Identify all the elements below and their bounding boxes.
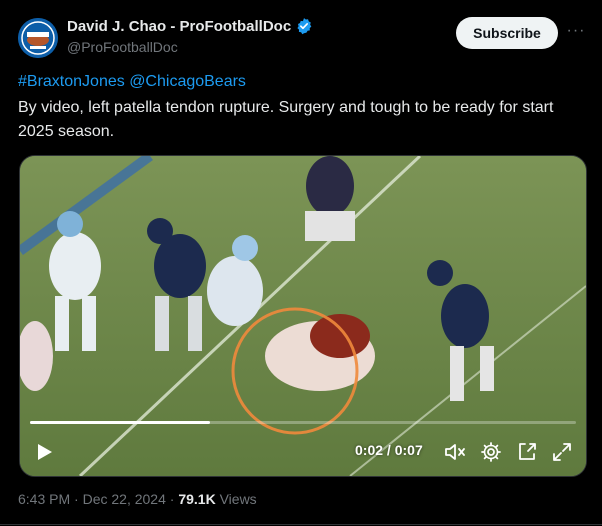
verified-badge-icon[interactable] bbox=[295, 17, 313, 35]
post-meta: 6:43 PM · Dec 22, 2024 · 79.1K Views bbox=[18, 491, 257, 507]
settings-icon[interactable] bbox=[479, 440, 503, 464]
author-name-row: David J. Chao - ProFootballDoc bbox=[67, 17, 313, 35]
post: David J. Chao - ProFootballDoc @ProFootb… bbox=[0, 0, 602, 526]
views-count: 79.1K bbox=[178, 491, 216, 507]
video-progress-fill bbox=[30, 421, 211, 424]
play-icon[interactable] bbox=[32, 440, 56, 464]
video-player[interactable]: 0:02 / 0:07 bbox=[19, 155, 587, 477]
video-progress-bar[interactable] bbox=[30, 421, 576, 424]
post-time[interactable]: 6:43 PM bbox=[18, 491, 70, 507]
pop-out-icon[interactable] bbox=[515, 440, 539, 464]
more-options-icon[interactable]: ··· bbox=[566, 22, 586, 42]
video-duration: 0:07 bbox=[394, 442, 423, 458]
profootballdoc-logo-icon[interactable] bbox=[18, 18, 58, 58]
post-date[interactable]: Dec 22, 2024 bbox=[83, 491, 166, 507]
mute-icon[interactable] bbox=[443, 440, 467, 464]
video-frame bbox=[20, 156, 586, 476]
post-tags: #BraxtonJones @ChicagoBears bbox=[18, 73, 246, 91]
post-text: By video, left patella tendon rupture. S… bbox=[18, 99, 554, 140]
author-handle[interactable]: @ProFootballDoc bbox=[67, 39, 178, 55]
divider bbox=[0, 524, 602, 525]
fullscreen-icon[interactable] bbox=[550, 440, 574, 464]
video-current-time: 0:02 bbox=[355, 442, 384, 458]
views-label: Views bbox=[215, 491, 257, 507]
hashtag-link[interactable]: #BraxtonJones bbox=[18, 73, 125, 90]
subscribe-button[interactable]: Subscribe bbox=[456, 17, 558, 49]
video-time: 0:02 / 0:07 bbox=[355, 442, 423, 458]
author-display-name[interactable]: David J. Chao - ProFootballDoc bbox=[67, 18, 291, 35]
mention-link[interactable]: @ChicagoBears bbox=[129, 73, 246, 90]
